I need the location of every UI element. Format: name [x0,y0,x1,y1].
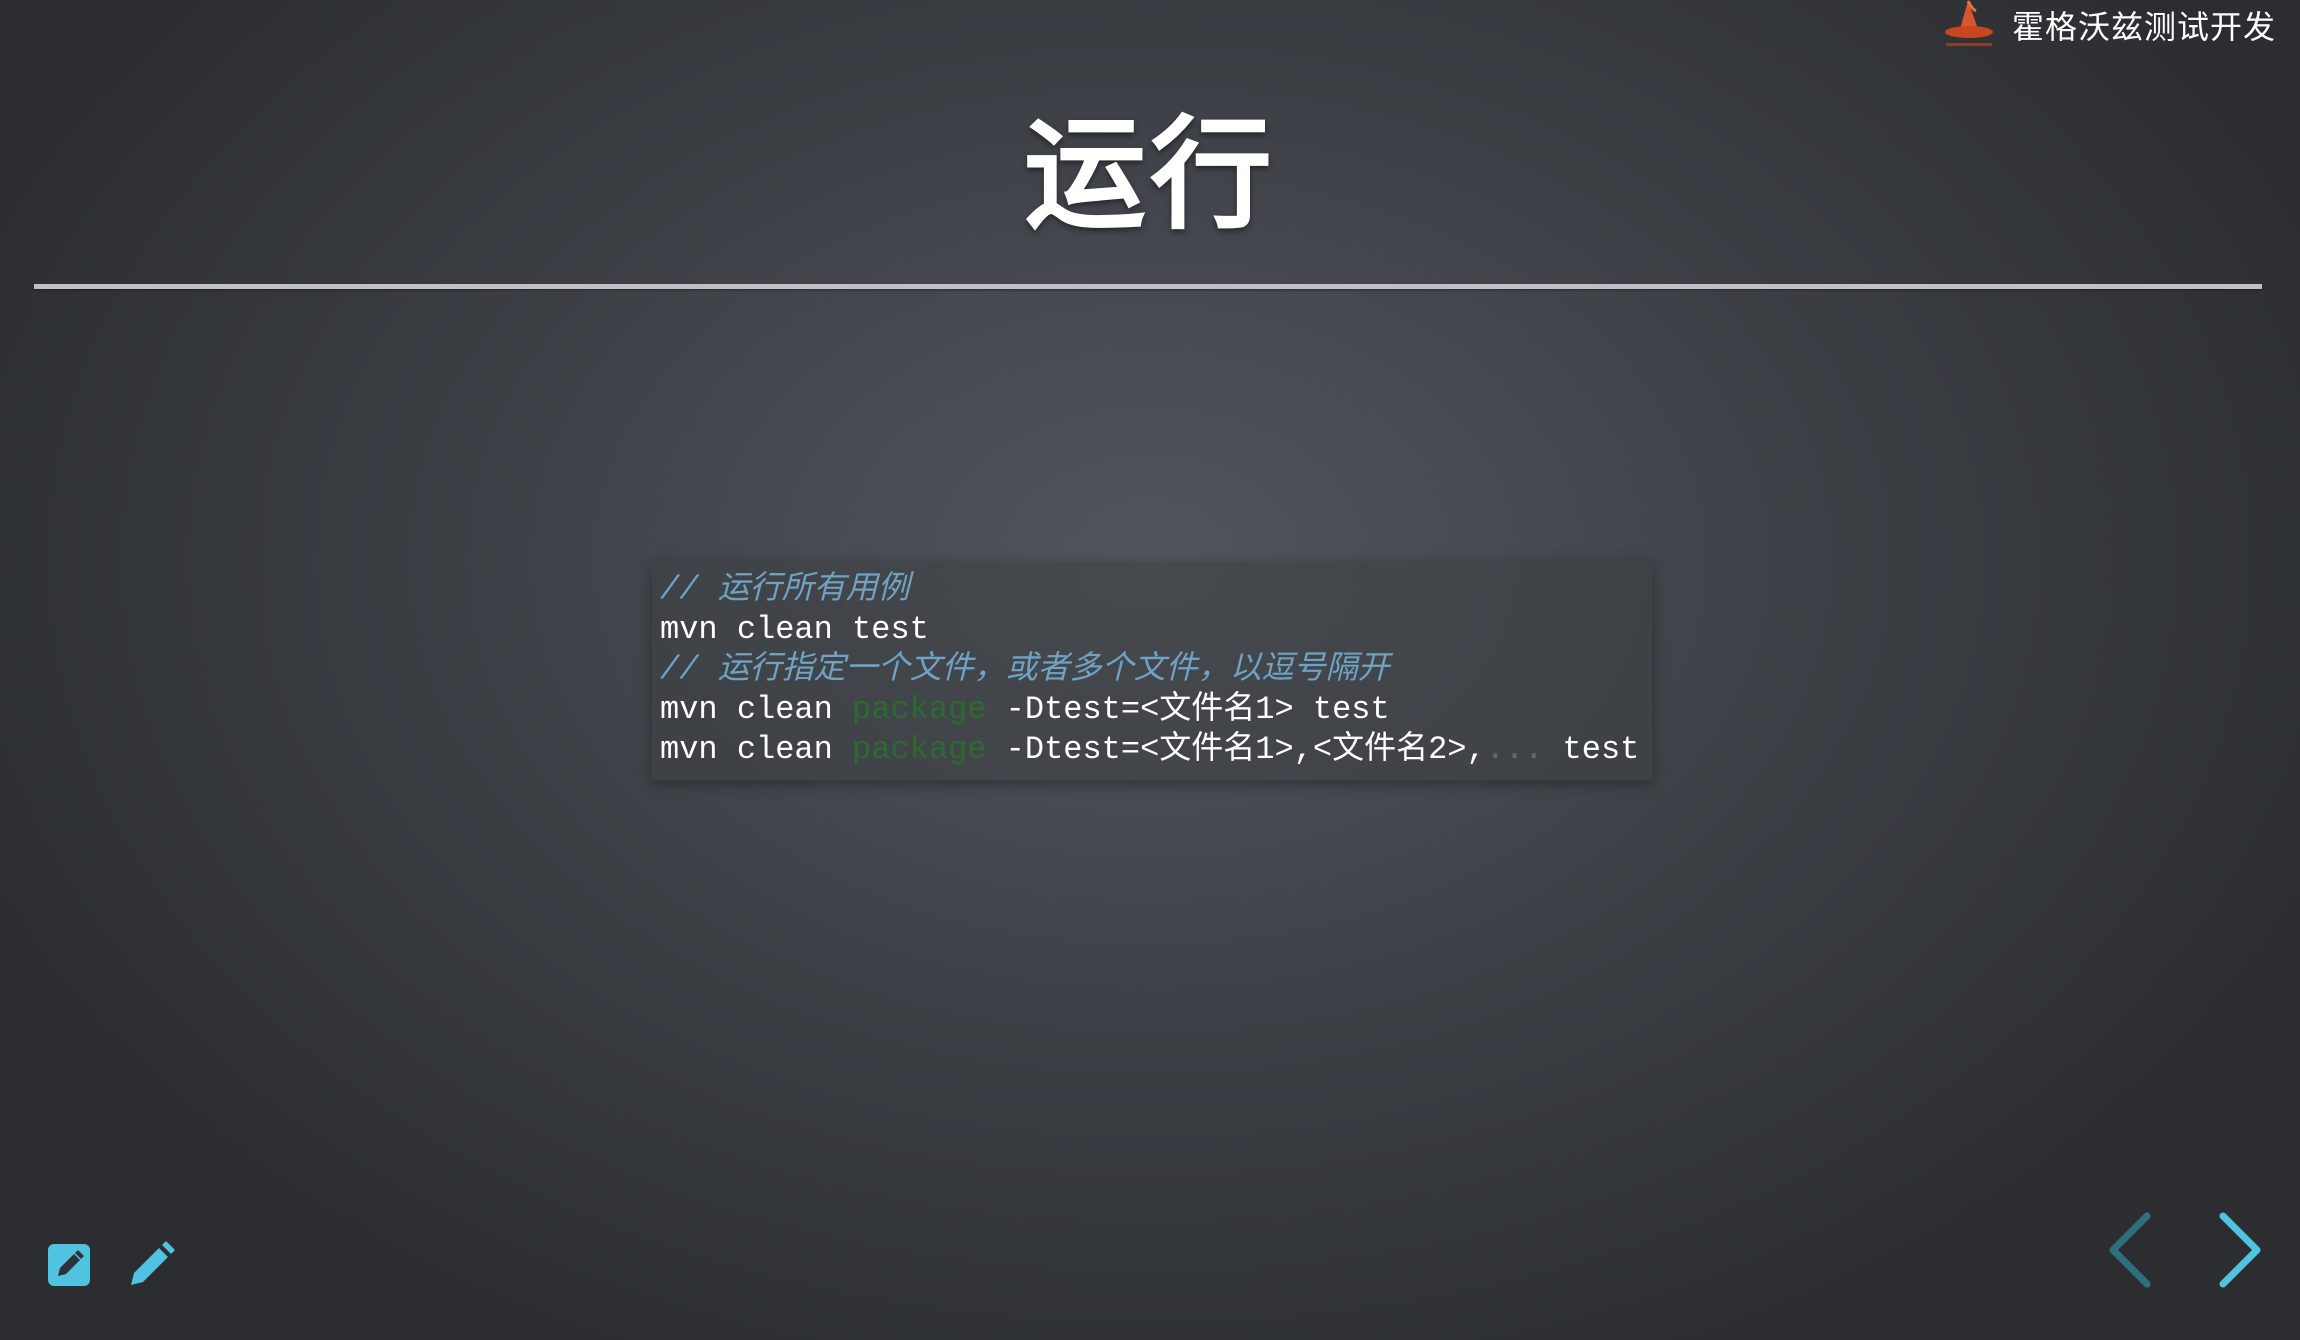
code-token: ... [1485,731,1544,768]
code-block: // 运行所有用例 mvn clean test// 运行指定一个文件，或者多个文… [652,562,1652,780]
code-comment: // 运行指定一个文件，或者多个文件，以逗号隔开 [660,651,1390,688]
code-line: // 运行所有用例 [660,570,1652,610]
code-line: mvn clean test [660,610,1652,650]
chevron-left-icon[interactable] [2095,1210,2165,1290]
brand-header: 霍格沃兹测试开发 [1938,0,2276,50]
code-keyword: package [852,731,987,768]
chevron-right-icon[interactable] [2205,1210,2275,1290]
code-line: // 运行指定一个文件，或者多个文件，以逗号隔开 [660,650,1652,690]
brand-name: 霍格沃兹测试开发 [2011,8,2276,46]
code-token: -Dtest=<文件名1> test [986,691,1390,728]
code-token: -Dtest=<文件名1>,<文件名2>, [986,731,1486,768]
code-token: mvn clean test [660,611,929,648]
title-divider [34,284,2262,289]
code-keyword: package [852,691,987,728]
edit-square-icon[interactable] [42,1238,96,1292]
code-token: mvn clean [660,731,853,768]
code-line: mvn clean package -Dtest=<文件名1> test [660,690,1652,730]
pencil-icon[interactable] [124,1238,178,1292]
code-line: mvn clean package -Dtest=<文件名1>,<文件名2>,.… [660,730,1652,770]
code-comment: // 运行所有用例 [660,571,910,608]
slide-title: 运行 [1024,104,1276,246]
witch-hat-icon [1938,0,2000,51]
code-token: test [1543,731,1640,768]
code-token: mvn clean [660,691,853,728]
